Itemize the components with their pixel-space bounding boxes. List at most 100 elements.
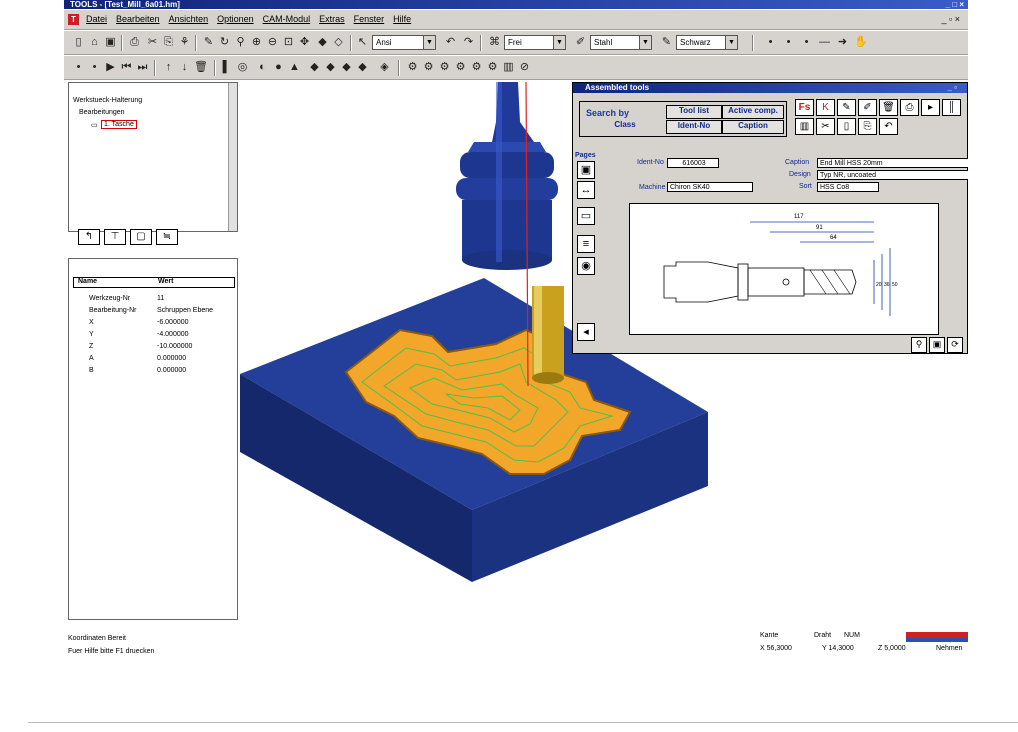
prop-value[interactable]: Schruppen Ebene bbox=[157, 307, 213, 314]
sync-icon[interactable]: ⟳ bbox=[947, 337, 963, 353]
page-list-icon[interactable]: ≡ bbox=[577, 235, 595, 253]
mode-combo[interactable]: Frei ▼ bbox=[504, 35, 566, 50]
active-comp-button[interactable]: Active comp. bbox=[722, 105, 784, 119]
layer3-icon[interactable]: ◆ bbox=[340, 61, 353, 74]
tool-down-icon[interactable]: ↓ bbox=[178, 61, 191, 74]
undo-icon[interactable]: ↶ bbox=[444, 36, 457, 49]
menu-view[interactable]: Ansichten bbox=[169, 14, 209, 24]
layer-icon[interactable]: ◆ bbox=[308, 61, 321, 74]
class-button[interactable]: Class bbox=[586, 120, 664, 134]
save-icon[interactable]: ▣ bbox=[104, 36, 117, 49]
delete-icon[interactable]: 🗑 bbox=[879, 99, 898, 116]
color-icon[interactable]: ✎ bbox=[660, 36, 673, 49]
chevron-down-icon[interactable]: ▼ bbox=[553, 36, 565, 49]
chevron-down-icon[interactable]: ▼ bbox=[423, 36, 435, 49]
material-icon[interactable]: ✐ bbox=[574, 36, 587, 49]
arrow-icon[interactable]: ➜ bbox=[836, 36, 849, 49]
sim-icon[interactable]: ⚙ bbox=[406, 61, 419, 74]
menu-edit[interactable]: Bearbeiten bbox=[116, 14, 160, 24]
arrow-right-icon[interactable]: ▸ bbox=[921, 99, 940, 116]
tree-item-pocket[interactable]: 1. Tasche bbox=[101, 120, 137, 129]
paste-icon[interactable]: ⎘ bbox=[162, 36, 175, 49]
tab-fixtures-icon[interactable]: ▢ bbox=[130, 229, 152, 245]
dot-icon[interactable]: • bbox=[72, 61, 85, 74]
edit-icon[interactable]: ✐ bbox=[858, 99, 877, 116]
paint-icon[interactable]: ◐ bbox=[256, 61, 269, 74]
sim6-icon[interactable]: ⚙ bbox=[486, 61, 499, 74]
menu-window[interactable]: Fenster bbox=[354, 14, 385, 24]
header-value[interactable]: Wert bbox=[158, 278, 173, 285]
tree-item-operations[interactable]: Bearbeitungen bbox=[79, 109, 125, 116]
wire-icon[interactable]: ◇ bbox=[332, 36, 345, 49]
hand-icon[interactable]: ✋ bbox=[854, 36, 868, 49]
page-folder-icon[interactable]: ▭ bbox=[577, 207, 595, 225]
sim2-icon[interactable]: ⚙ bbox=[422, 61, 435, 74]
color-combo[interactable]: Schwarz ▼ bbox=[676, 35, 738, 50]
page-nav-icon[interactable]: ◂ bbox=[577, 323, 595, 341]
dialog-controls-icon[interactable]: _ ▫ bbox=[947, 83, 957, 93]
zoom-fit-icon[interactable]: ⊡ bbox=[282, 36, 295, 49]
zoom-icon[interactable]: ⚲ bbox=[911, 337, 927, 353]
pan-icon[interactable]: ✥ bbox=[298, 36, 311, 49]
kk-icon[interactable]: K bbox=[816, 99, 835, 116]
columns-icon[interactable]: ▥ bbox=[795, 118, 814, 135]
ident-no-field[interactable]: 616003 bbox=[667, 158, 719, 168]
prop-value[interactable]: -10.000000 bbox=[157, 343, 192, 350]
sphere-icon[interactable]: ● bbox=[272, 61, 285, 74]
pen-write-icon[interactable]: ✎ bbox=[837, 99, 856, 116]
menu-file[interactable]: Datei bbox=[86, 14, 107, 24]
undo-icon[interactable]: ↶ bbox=[879, 118, 898, 135]
sort-field[interactable]: HSS Co8 bbox=[817, 182, 879, 192]
material-combo[interactable]: Stahl ▼ bbox=[590, 35, 652, 50]
wand-icon[interactable]: ⚘ bbox=[178, 36, 191, 49]
chevron-down-icon[interactable]: ▼ bbox=[639, 36, 651, 49]
pen-icon[interactable]: ✎ bbox=[202, 36, 215, 49]
trash-icon[interactable]: 🗑 bbox=[194, 61, 208, 74]
tool-up-icon[interactable]: ↑ bbox=[162, 61, 175, 74]
menu-cam[interactable]: CAM-Modul bbox=[263, 14, 311, 24]
step-icon[interactable]: ⏮ bbox=[120, 61, 133, 74]
copy-icon[interactable]: ⎘ bbox=[858, 118, 877, 135]
open-icon[interactable]: ⌂ bbox=[88, 36, 101, 49]
cone-icon[interactable]: ▲ bbox=[288, 61, 301, 74]
tool-list-button[interactable]: Tool list bbox=[666, 105, 722, 119]
menu-extras[interactable]: Extras bbox=[319, 14, 345, 24]
play-icon[interactable]: ▶ bbox=[104, 61, 117, 74]
machine-select[interactable]: Chiron SK40 bbox=[667, 182, 753, 192]
page-target-icon[interactable]: ◉ bbox=[577, 257, 595, 275]
ident-no-button[interactable]: Ident-No bbox=[666, 120, 722, 134]
end-icon[interactable]: ⏭ bbox=[136, 61, 149, 74]
document-icon[interactable]: ▯ bbox=[837, 118, 856, 135]
caption-field[interactable]: End Mill HSS 20mm bbox=[817, 158, 968, 168]
view-combo[interactable]: Ansi ▼ bbox=[372, 35, 436, 50]
print-icon[interactable]: ⎙ bbox=[128, 36, 141, 49]
tab-operations-icon[interactable]: ↰ bbox=[78, 229, 100, 245]
rotate-icon[interactable]: ↻ bbox=[218, 36, 231, 49]
save-icon[interactable]: ▣ bbox=[929, 337, 945, 353]
prop-value[interactable]: 0.000000 bbox=[157, 355, 186, 362]
bars-icon[interactable]: ║ bbox=[942, 99, 961, 116]
select-icon[interactable]: ↖ bbox=[356, 36, 369, 49]
prop-value[interactable]: -6.000000 bbox=[157, 319, 189, 326]
tab-tools-icon[interactable]: ⊤ bbox=[104, 229, 126, 245]
zoom-icon[interactable]: ⚲ bbox=[234, 36, 247, 49]
line-icon[interactable]: ― bbox=[818, 36, 831, 49]
sim3-icon[interactable]: ⚙ bbox=[438, 61, 451, 74]
mdi-controls[interactable]: _ ▫ × bbox=[942, 14, 960, 24]
book-icon[interactable]: ▥ bbox=[502, 61, 515, 74]
stop-icon[interactable]: ⊘ bbox=[518, 61, 531, 74]
prop-value[interactable]: -4.000000 bbox=[157, 331, 189, 338]
page-tool-icon[interactable]: ▣ bbox=[577, 161, 595, 179]
design-field[interactable]: Typ NR, uncoated bbox=[817, 170, 968, 180]
prop-value[interactable]: 0.000000 bbox=[157, 367, 186, 374]
fs-icon[interactable]: Fs bbox=[795, 99, 814, 116]
menu-help[interactable]: Hilfe bbox=[393, 14, 411, 24]
layer4-icon[interactable]: ◆ bbox=[356, 61, 369, 74]
layer2-icon[interactable]: ◆ bbox=[324, 61, 337, 74]
dot-icon[interactable]: • bbox=[88, 61, 101, 74]
cut-icon[interactable]: ✂ bbox=[146, 36, 159, 49]
redo-icon[interactable]: ↷ bbox=[462, 36, 475, 49]
window-controls[interactable]: _ □ × bbox=[946, 0, 964, 9]
tab-layers-icon[interactable]: ≒ bbox=[156, 229, 178, 245]
point-icon[interactable]: • bbox=[782, 36, 795, 49]
